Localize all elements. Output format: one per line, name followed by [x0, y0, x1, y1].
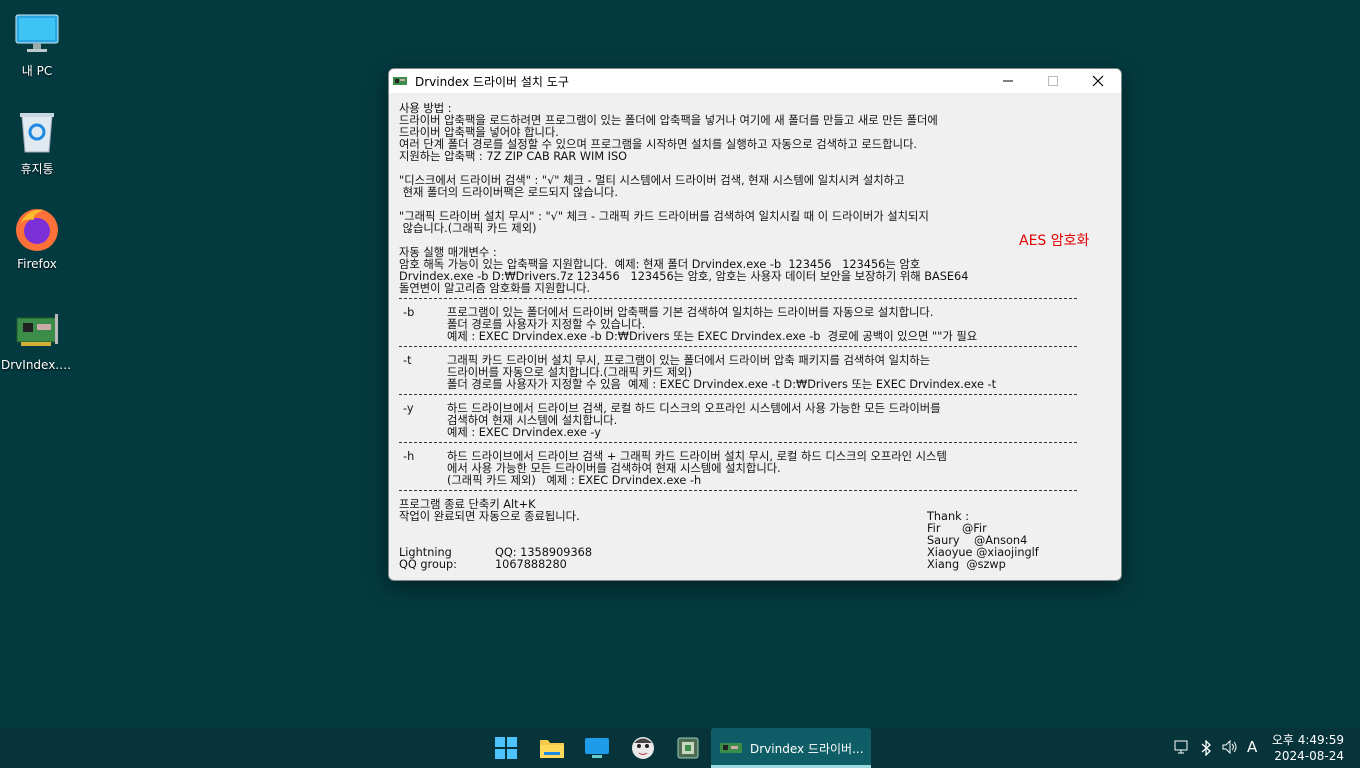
clock-date: 2024-08-24 — [1274, 749, 1344, 763]
taskbar: Drvindex 드라이버... A 오후 4:49:59 2024-08-24 — [0, 728, 1360, 768]
windows-start-icon — [495, 737, 517, 759]
divider — [399, 442, 1077, 443]
drvindex-window: Drvindex 드라이버 설치 도구 사용 방법 : 드라이버 압축팩을 로드… — [388, 68, 1122, 581]
desktop-app-icon — [585, 738, 609, 758]
divider — [399, 490, 1077, 491]
close-button[interactable] — [1075, 69, 1121, 93]
desktop-icon-label: Firefox — [17, 257, 57, 271]
divider — [399, 298, 1077, 299]
divider — [399, 394, 1077, 395]
option-line: 예제 : EXEC Drvindex.exe -b D:₩Drivers 또는 … — [447, 330, 978, 343]
maximize-button — [1030, 69, 1076, 93]
window-title: Drvindex 드라이버 설치 도구 — [415, 74, 569, 89]
taskbar-drvindex-pinned[interactable] — [670, 732, 706, 764]
window-titlebar[interactable]: Drvindex 드라이버 설치 도구 — [389, 69, 1121, 93]
auto-exit-text: 작업이 완료되면 자동으로 종료됩니다. — [399, 510, 580, 523]
taskbar-drvindex-window[interactable]: Drvindex 드라이버... — [711, 728, 871, 768]
usage-line: 지원하는 압축팩 : 7Z ZIP CAB RAR WIM ISO — [399, 150, 628, 163]
ime-indicator[interactable]: A — [1247, 738, 1257, 756]
option-line: 예제 : EXEC Drvindex.exe -y — [447, 426, 601, 439]
circuit-board-icon — [13, 306, 61, 354]
contact-value: 1067888280 — [495, 558, 567, 571]
volume-icon[interactable] — [1222, 739, 1238, 758]
taskbar-window-label: Drvindex 드라이버... — [750, 741, 864, 756]
taskbar-file-explorer[interactable] — [534, 732, 570, 764]
divider — [399, 346, 1077, 347]
desktop-icon-firefox[interactable]: Firefox — [0, 205, 74, 271]
file-explorer-icon — [540, 740, 564, 758]
clock[interactable]: 오후 4:49:59 2024-08-24 — [1272, 732, 1344, 764]
option-line: 폴더 경로를 사용자가 지정할 수 있음 예제 : EXEC Drvindex.… — [447, 378, 997, 391]
circuit-board-icon — [720, 743, 742, 753]
drvindex-app-icon — [677, 737, 699, 759]
close-icon — [1092, 75, 1104, 87]
desktop-icon-recycle-bin[interactable]: 휴지통 — [0, 108, 74, 177]
taskbar-character-app[interactable] — [625, 732, 661, 764]
network-icon[interactable] — [1174, 740, 1190, 758]
auto-param-line: 돌연변이 알고리즘 암호화를 지원합니다. — [399, 282, 591, 295]
minimize-icon — [1003, 80, 1013, 82]
character-app-icon — [632, 737, 654, 759]
option-flag: -b — [403, 306, 415, 319]
aes-encryption-label: AES 암호화 — [1019, 233, 1090, 249]
clock-time: 오후 4:49:59 — [1271, 733, 1344, 747]
desktop-icon-label: 내 PC — [21, 64, 53, 78]
monitor-icon — [13, 10, 61, 58]
option-line: (그래픽 카드 제외) 예제 : EXEC Drvindex.exe -h — [447, 474, 702, 487]
firefox-icon — [13, 205, 61, 253]
minimize-button[interactable] — [985, 69, 1031, 93]
help-text-area: 사용 방법 : 드라이버 압축팩을 로드하려면 프로그램이 있는 폴더에 압축팩… — [389, 93, 1121, 580]
circuit-board-icon — [393, 77, 407, 85]
recycle-bin-icon — [13, 108, 61, 156]
contact-name: QQ group: — [399, 558, 457, 571]
maximize-icon — [1048, 76, 1058, 86]
graphic-ignore-line: 않습니다.(그래픽 카드 제외) — [399, 222, 537, 235]
option-flag: -t — [403, 354, 412, 367]
bluetooth-icon[interactable] — [1200, 739, 1212, 760]
desktop-icon-label: 휴지통 — [20, 162, 54, 176]
option-flag: -y — [403, 402, 414, 415]
option-flag: -h — [403, 450, 415, 463]
desktop-icon-my-pc[interactable]: 내 PC — [0, 10, 74, 79]
taskbar-desktop-app[interactable] — [579, 732, 615, 764]
disk-search-line: 현재 폴더의 드라이버팩은 로드되지 않습니다. — [399, 186, 619, 199]
desktop-icon-drvindex[interactable]: DrvIndex.v... — [0, 306, 74, 372]
start-button[interactable] — [488, 732, 524, 764]
desktop-icon-label: DrvIndex.v... — [1, 358, 73, 372]
thanks-line: Xiang @szwp — [927, 558, 1006, 571]
